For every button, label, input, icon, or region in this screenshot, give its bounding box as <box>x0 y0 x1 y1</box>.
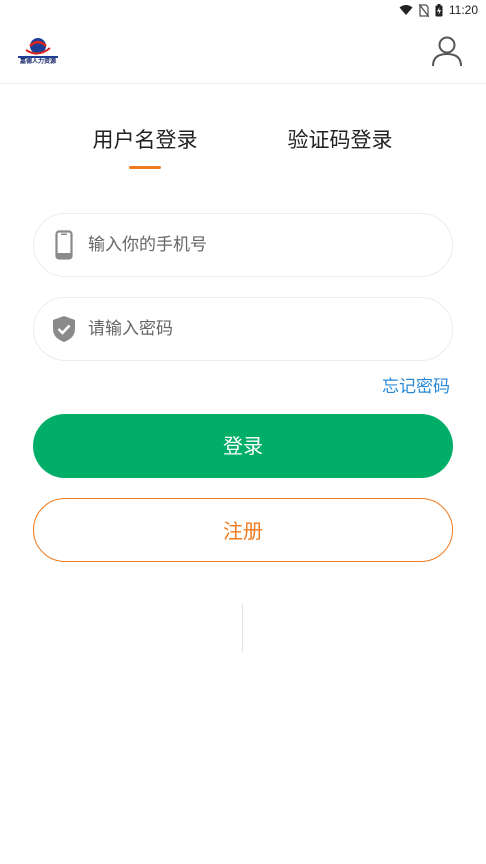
login-screen: 11:20 嘉德人力资源 用户名登录 验证码登录 输入你的手机号 忘记密码 登录… <box>0 0 486 864</box>
tab-username-login[interactable]: 用户名登录 <box>70 122 220 158</box>
divider-line <box>242 603 243 653</box>
phone-icon <box>52 230 76 260</box>
logo-text: 嘉德人力资源 <box>19 58 56 65</box>
no-sim-icon <box>418 3 429 17</box>
login-tabs: 用户名登录 验证码登录 <box>0 122 486 174</box>
shield-check-icon <box>52 314 76 344</box>
register-button[interactable]: 注册 <box>33 498 453 562</box>
login-button[interactable]: 登录 <box>33 414 453 478</box>
password-input[interactable] <box>88 309 428 349</box>
company-logo: 嘉德人力资源 <box>16 36 60 70</box>
status-bar: 11:20 <box>0 0 486 20</box>
phone-field[interactable] <box>33 213 453 277</box>
app-header: 嘉德人力资源 <box>0 20 486 84</box>
battery-charging-icon <box>435 3 443 16</box>
phone-input[interactable] <box>88 225 428 265</box>
forgot-password-link[interactable]: 忘记密码 <box>382 372 450 397</box>
password-field[interactable] <box>33 297 453 361</box>
user-icon[interactable] <box>430 34 464 68</box>
status-time: 11:20 <box>448 3 478 17</box>
logo-globe-icon <box>18 38 58 58</box>
active-tab-indicator <box>129 166 161 169</box>
wifi-icon <box>399 5 413 15</box>
tab-verification-code-login[interactable]: 验证码登录 <box>265 122 415 158</box>
